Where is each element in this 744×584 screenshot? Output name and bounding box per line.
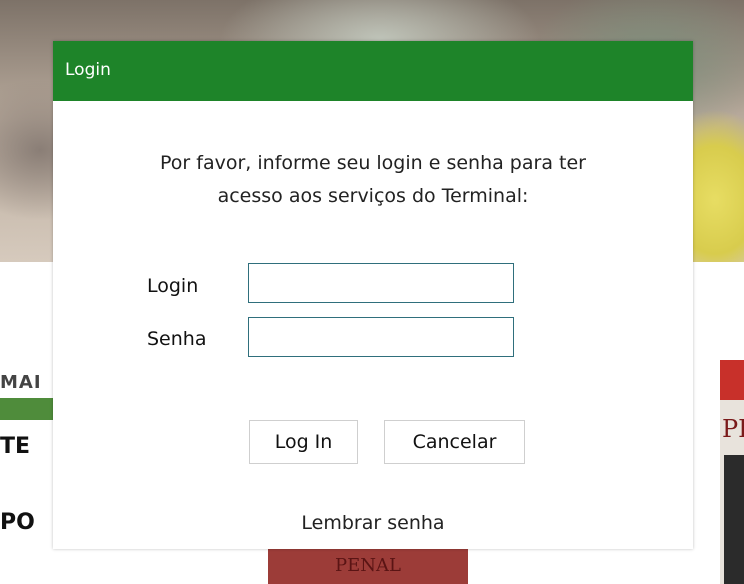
login-button[interactable]: Log In: [249, 420, 358, 464]
book-cover-fragment: MAI: [0, 372, 42, 393]
book-cover-fragment: PO: [0, 510, 35, 535]
remember-password-link[interactable]: Lembrar senha: [53, 512, 693, 534]
background-bottom-book-cover: PENAL: [268, 548, 468, 584]
login-label: Login: [147, 275, 199, 297]
background-left-book-covers: MAI TE PO: [0, 372, 55, 542]
login-dialog: Login Por favor, informe seu login e sen…: [53, 41, 693, 549]
dialog-message: Por favor, informe seu login e senha par…: [93, 147, 653, 213]
senha-input[interactable]: [248, 317, 514, 357]
book-cover-dark-band: [724, 455, 744, 584]
dialog-header: Login: [53, 41, 693, 101]
background-right-book-cover: PI: [720, 360, 744, 584]
book-cover-green-band: [0, 398, 55, 420]
dialog-message-line: Por favor, informe seu login e senha par…: [160, 152, 586, 174]
senha-label: Senha: [147, 328, 207, 350]
login-input[interactable]: [248, 263, 514, 303]
dialog-message-line: acesso aos serviços do Terminal:: [217, 185, 529, 207]
book-cover-title: PI: [722, 415, 744, 443]
dialog-title: Login: [65, 60, 111, 80]
book-cover-fragment: TE: [0, 434, 31, 459]
cancel-button[interactable]: Cancelar: [384, 420, 525, 464]
book-cover-red-band: [720, 360, 744, 400]
